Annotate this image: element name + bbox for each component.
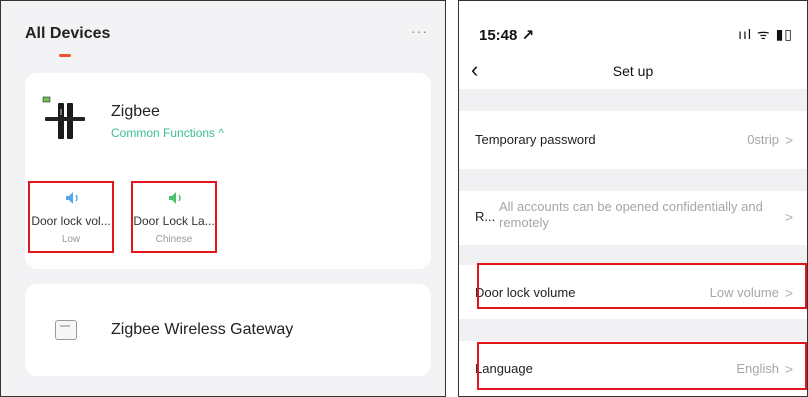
tile-value: Chinese [155,234,193,245]
row-label: Temporary password [475,132,596,147]
more-menu-button[interactable]: ··· [411,23,428,39]
setup-panel: 15:48 ↗ ııl ᯤ ▮▯ ‹ Set up Temporary pass… [458,0,808,397]
tile-label: Door lock vol... [31,214,111,228]
tile-value: Low [61,234,81,245]
common-functions-toggle[interactable]: Common Functions ^ [111,126,224,140]
tile-label: Door Lock La... [133,214,215,228]
setting-row-temporary-password[interactable]: Temporary password 0strip > [459,111,807,169]
page-title: All Devices [25,25,111,42]
door-lock-icon [42,96,85,139]
function-tile-door-lock-language[interactable]: Door Lock La... Chinese [131,181,217,253]
row-description: All accounts can be opened confidentiall… [499,199,763,230]
chevron-right-icon: > [784,132,793,148]
speaker-icon [169,192,181,204]
all-devices-panel: All Devices ··· Zigbee Common Functions … [0,0,446,397]
device-card-zigbee[interactable]: Zigbee Common Functions ^ Door lock vol.… [25,73,431,269]
status-icons: ııl ᯤ ▮▯ [738,26,793,42]
row-value: 0strip [747,132,779,147]
speaker-icon [66,192,78,204]
status-time: 15:48 ↗ [479,27,535,44]
device-card-gateway[interactable]: Zigbee Wireless Gateway [25,284,431,376]
device-name: Zigbee [111,103,160,120]
nav-bar: ‹ Set up [459,55,807,89]
highlight-box-language [477,342,807,390]
setting-row-remote-unlock[interactable]: R... All accounts can be opened confiden… [459,191,807,245]
highlight-box-volume [477,263,807,309]
gateway-icon [55,320,77,340]
function-tile-door-lock-volume[interactable]: Door lock vol... Low [28,181,114,253]
device-name: Zigbee Wireless Gateway [111,321,294,338]
status-bar: 15:48 ↗ ııl ᯤ ▮▯ [459,1,807,55]
row-label: R... [475,209,496,224]
title-underline [59,54,71,57]
nav-title: Set up [612,63,654,79]
chevron-right-icon: > [784,209,793,225]
